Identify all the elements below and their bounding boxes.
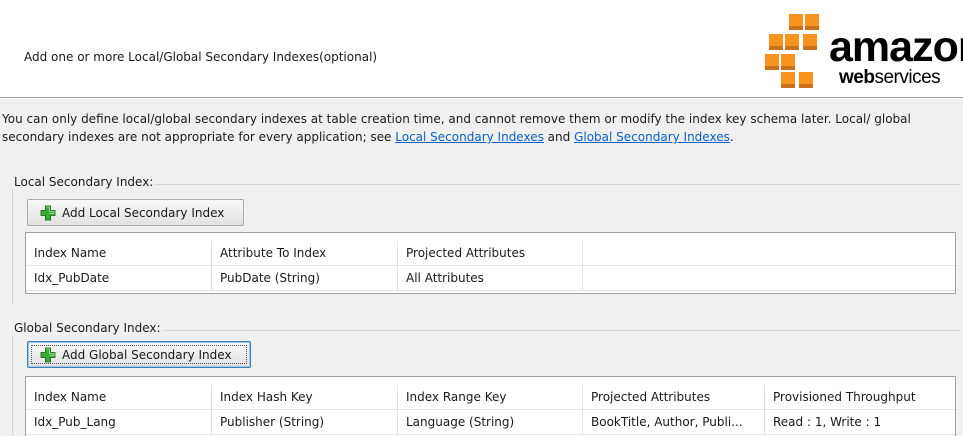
global-table-header: Index Name Index Hash Key Index Range Ke… bbox=[26, 385, 955, 410]
local-col-empty bbox=[583, 241, 955, 266]
global-cell-projected: BookTitle, Author, Publi... bbox=[583, 410, 765, 435]
local-col-attribute: Attribute To Index bbox=[212, 241, 398, 266]
global-index-group-label: Global Secondary Index: bbox=[12, 321, 163, 335]
green-plus-icon bbox=[40, 347, 56, 362]
local-secondary-indexes-link[interactable]: Local Secondary Indexes bbox=[395, 130, 544, 144]
page-title: Add one or more Local/Global Secondary I… bbox=[24, 50, 378, 64]
global-cell-range-key: Language (String) bbox=[398, 410, 583, 435]
green-plus-icon bbox=[40, 205, 56, 220]
local-col-projected: Projected Attributes bbox=[398, 241, 583, 266]
add-local-index-button[interactable]: Add Local Secondary Index bbox=[27, 199, 244, 226]
aws-logo-icon: amazon webservices bbox=[763, 8, 963, 90]
add-local-index-label: Add Local Secondary Index bbox=[62, 205, 225, 220]
global-col-index-name: Index Name bbox=[26, 385, 212, 410]
global-cell-hash-key: Publisher (String) bbox=[212, 410, 398, 435]
info-text-and: and bbox=[543, 130, 575, 144]
global-secondary-indexes-link[interactable]: Global Secondary Indexes bbox=[574, 130, 730, 144]
table-row[interactable]: Idx_PubDate PubDate (String) All Attribu… bbox=[26, 266, 955, 291]
global-col-projected: Projected Attributes bbox=[583, 385, 765, 410]
add-global-index-label: Add Global Secondary Index bbox=[62, 347, 232, 362]
local-cell-projected: All Attributes bbox=[398, 266, 583, 291]
logo-sub-light: services bbox=[874, 67, 941, 88]
local-cell-attribute: PubDate (String) bbox=[212, 266, 398, 291]
logo-wordmark: amazon bbox=[829, 23, 963, 71]
global-cell-throughput: Read : 1, Write : 1 bbox=[765, 410, 955, 435]
add-global-index-button[interactable]: Add Global Secondary Index bbox=[27, 341, 251, 368]
logo-subtitle: webservices bbox=[839, 67, 941, 88]
info-text-end: . bbox=[729, 130, 734, 144]
local-index-table: Index Name Attribute To Index Projected … bbox=[25, 232, 956, 294]
logo-sub-bold: web bbox=[839, 67, 875, 88]
global-col-hash-key: Index Hash Key bbox=[212, 385, 398, 410]
global-col-range-key: Index Range Key bbox=[398, 385, 583, 410]
wizard-header: Add one or more Local/Global Secondary I… bbox=[0, 0, 963, 98]
global-index-table: Index Name Index Hash Key Index Range Ke… bbox=[25, 376, 956, 436]
table-row[interactable]: Idx_Pub_Lang Publisher (String) Language… bbox=[26, 410, 955, 435]
local-cell-index-name: Idx_PubDate bbox=[26, 266, 212, 291]
global-cell-index-name: Idx_Pub_Lang bbox=[26, 410, 212, 435]
local-table-header: Index Name Attribute To Index Projected … bbox=[26, 241, 955, 266]
local-col-index-name: Index Name bbox=[26, 241, 212, 266]
global-col-throughput: Provisioned Throughput bbox=[765, 385, 955, 410]
local-cell-empty bbox=[583, 266, 955, 291]
local-index-group-label: Local Secondary Index: bbox=[12, 175, 156, 189]
wizard-content: You can only define local/global seconda… bbox=[0, 99, 963, 436]
info-text: You can only define local/global seconda… bbox=[2, 110, 957, 146]
